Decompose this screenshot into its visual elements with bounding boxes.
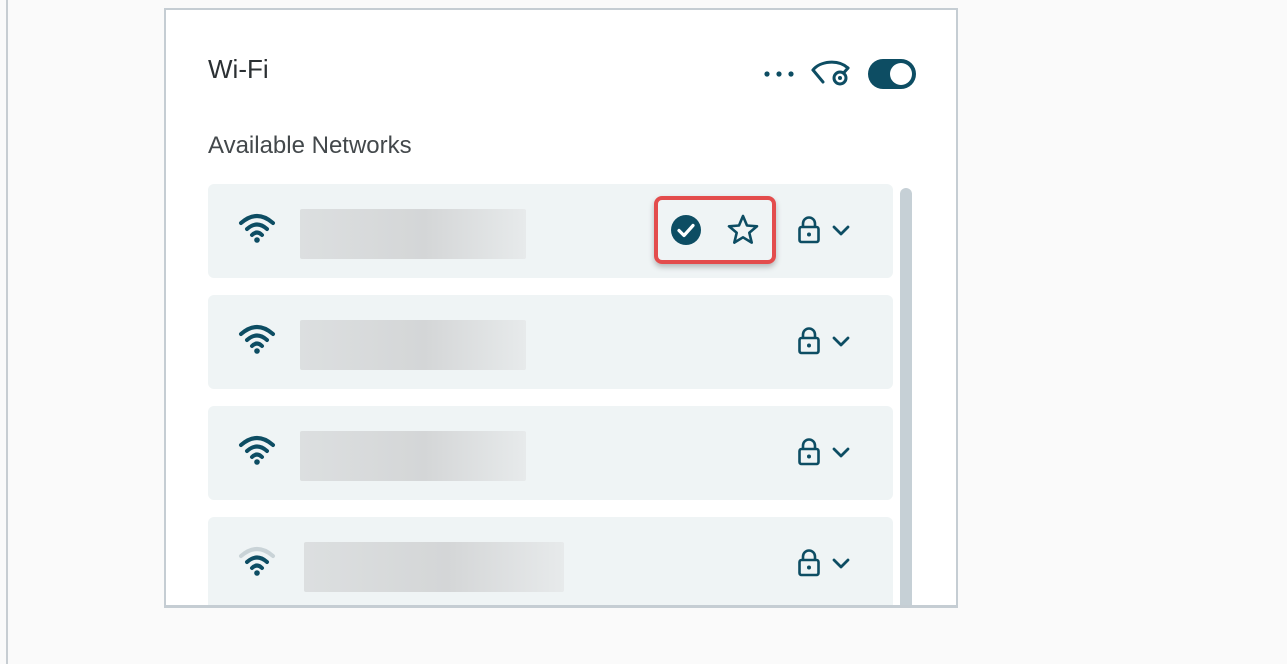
network-item[interactable]	[208, 295, 893, 389]
network-name-redacted	[300, 320, 526, 370]
network-actions	[797, 549, 851, 577]
chevron-down-icon[interactable]	[831, 556, 851, 570]
available-networks-label: Available Networks	[208, 132, 412, 159]
lock-icon	[798, 549, 820, 577]
network-name-redacted	[304, 542, 564, 592]
more-horizontal-icon	[764, 71, 794, 77]
chevron-down-icon[interactable]	[831, 223, 851, 237]
network-item[interactable]	[208, 184, 893, 278]
network-actions	[797, 216, 851, 244]
wifi-signal-full-icon	[238, 323, 276, 355]
more-options-button[interactable]	[762, 67, 796, 81]
network-item[interactable]	[208, 406, 893, 500]
chevron-down-icon[interactable]	[831, 445, 851, 459]
favorite-star-icon[interactable]	[726, 213, 760, 247]
wifi-signal-low-icon	[238, 545, 276, 577]
connected-check-icon	[671, 215, 701, 245]
toggle-knob	[890, 63, 912, 85]
page-divider	[6, 0, 8, 664]
network-name-redacted	[300, 431, 526, 481]
status-highlight-box	[654, 196, 776, 264]
network-visibility-settings-button[interactable]	[810, 58, 854, 90]
wifi-signal-full-icon	[238, 212, 276, 244]
lock-icon	[798, 438, 820, 466]
network-list-scrollbar[interactable]	[900, 188, 912, 605]
network-name-redacted	[300, 209, 526, 259]
wifi-toggle[interactable]	[868, 59, 916, 89]
network-list	[208, 184, 893, 605]
chevron-down-icon[interactable]	[831, 334, 851, 348]
lock-icon	[798, 327, 820, 355]
eye-settings-icon	[811, 60, 850, 86]
network-actions	[797, 438, 851, 466]
network-item[interactable]	[208, 517, 893, 605]
lock-icon	[798, 216, 820, 244]
wifi-panel: Wi-Fi Available Networks	[164, 8, 958, 608]
network-actions	[797, 327, 851, 355]
header-actions	[762, 58, 916, 90]
wifi-signal-full-icon	[238, 434, 276, 466]
panel-title: Wi-Fi	[208, 54, 269, 84]
